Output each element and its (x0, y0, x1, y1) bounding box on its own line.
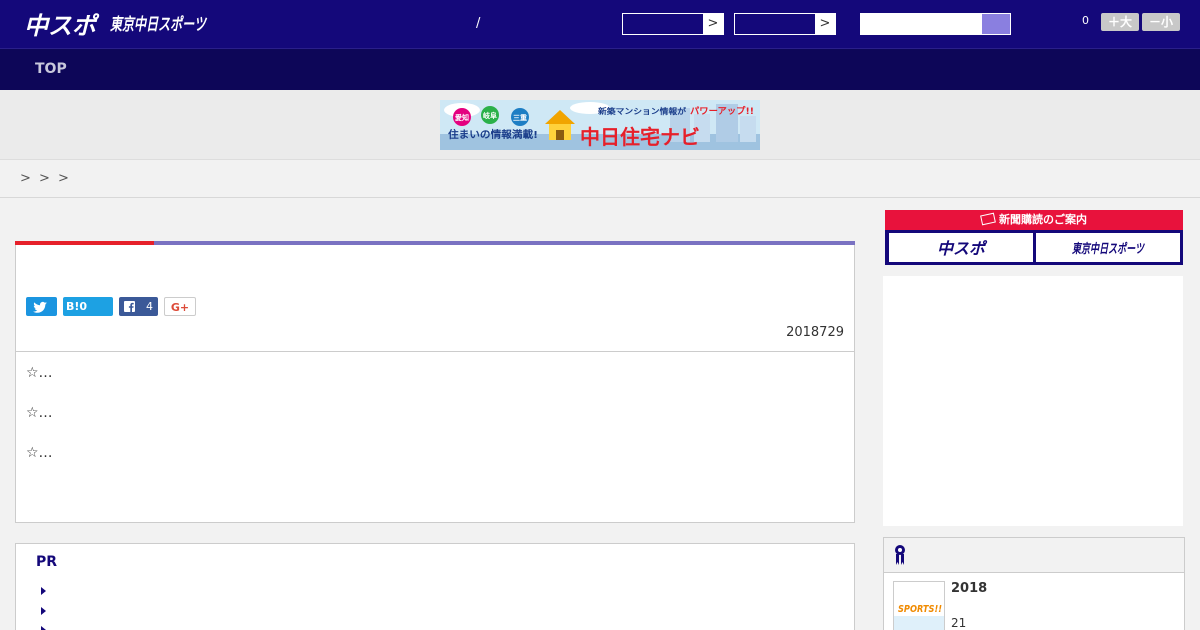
chuspo-logo-text: 中スポ (24, 12, 100, 40)
font-size-up-button[interactable]: ＋大 (1101, 13, 1139, 31)
facebook-share-button[interactable]: 4 (119, 297, 158, 316)
subscribe-tokyo-chunichi-button[interactable]: 東京中日スポーツ (1036, 233, 1180, 262)
chuspo-logo[interactable]: 中スポ (24, 8, 102, 40)
ranking-header (883, 537, 1185, 573)
triangle-right-icon[interactable] (41, 607, 46, 615)
ranking-item-meta: 21 (951, 616, 967, 630)
subscribe-chuspo-button[interactable]: 中スポ (889, 233, 1033, 262)
subscribe-tokyo-chunichi-label: 東京中日スポーツ (1072, 241, 1145, 257)
facebook-share-count: 4 (146, 300, 153, 313)
triangle-right-icon[interactable] (41, 626, 46, 630)
breadcrumb: > > > (0, 160, 1200, 198)
search-input[interactable] (861, 14, 983, 34)
tokyo-chunichi-logo-text: 東京中日スポーツ (110, 15, 207, 35)
category-select[interactable]: > (622, 13, 724, 35)
subscription-header: 新聞購読のご案内 (885, 210, 1183, 230)
article-paragraph: ☆… (26, 405, 53, 421)
subscription-box: 新聞購読のご案内 中スポ 東京中日スポーツ (885, 210, 1183, 265)
banner-tag-mie: 三重 (513, 113, 527, 122)
breadcrumb-separator: > (20, 171, 31, 186)
facebook-icon (124, 301, 135, 312)
header-slash: / (476, 16, 481, 31)
twitter-share-button[interactable] (26, 297, 57, 316)
article-paragraph: ☆… (26, 445, 53, 461)
pr-section (15, 543, 855, 630)
main-nav: TOP (0, 48, 1200, 90)
sports-thumbnail-image: SPORTS!! (894, 582, 944, 630)
banner-headline: 新築マンション情報が (598, 106, 687, 116)
nav-item-top[interactable]: TOP (35, 61, 67, 77)
article-paragraph: ☆… (26, 365, 53, 381)
font-size-down-button[interactable]: －小 (1142, 13, 1180, 31)
banner-band: 愛知 岐阜 三重 住まいの情報満載! 新築マンション情報が パワーアップ!! 中… (0, 90, 1200, 160)
banner-tagline: 住まいの情報満載! (448, 128, 538, 141)
tokyo-chunichi-logo[interactable]: 東京中日スポーツ (110, 10, 210, 40)
pr-title: PR (36, 554, 58, 570)
breadcrumb-separator: > (58, 171, 69, 186)
chevron-right-icon[interactable]: > (815, 14, 835, 34)
subscription-header-text: 新聞購読のご案内 (999, 213, 1087, 226)
google-plus-share-button[interactable]: G+ (164, 297, 196, 316)
font-size-indicator: 0 (1082, 14, 1089, 27)
article-card (15, 241, 855, 523)
banner-brand: 中日住宅ナビ (580, 125, 700, 149)
chuspo-logo: 中スポ (937, 239, 988, 258)
banner-headline-accent: パワーアップ!! (690, 105, 754, 117)
subscribe-chuspo-label: 中スポ (937, 239, 988, 258)
housing-navi-banner[interactable]: 愛知 岐阜 三重 住まいの情報満載! 新築マンション情報が パワーアップ!! 中… (440, 100, 760, 150)
banner-tag-gifu: 岐阜 (483, 111, 497, 120)
chevron-right-icon[interactable]: > (703, 14, 723, 34)
hatena-bookmark-button[interactable]: B!0 (63, 297, 113, 316)
twitter-icon (33, 301, 47, 313)
tokyo-chunichi-logo: 東京中日スポーツ (1072, 241, 1145, 257)
site-header: 中スポ 東京中日スポーツ / > > 0 ＋大 －小 (0, 0, 1200, 48)
date-select[interactable]: > (734, 13, 836, 35)
article-top-rule-accent (15, 241, 154, 245)
search-button[interactable] (982, 14, 1010, 34)
ranking-item-title[interactable]: 2018 (951, 581, 987, 596)
article-divider (15, 351, 855, 352)
article-date: 2018729 (786, 325, 844, 340)
banner-tag-aichi: 愛知 (455, 113, 469, 122)
site-search (860, 13, 1011, 35)
breadcrumb-separator: > (39, 171, 50, 186)
ribbon-award-icon (895, 545, 905, 565)
ad-slot[interactable] (883, 276, 1183, 526)
newspaper-icon (980, 212, 996, 226)
thumbnail-text: SPORTS!! (898, 604, 942, 615)
triangle-right-icon[interactable] (41, 587, 46, 595)
ranking-thumbnail[interactable]: SPORTS!! (893, 581, 945, 630)
